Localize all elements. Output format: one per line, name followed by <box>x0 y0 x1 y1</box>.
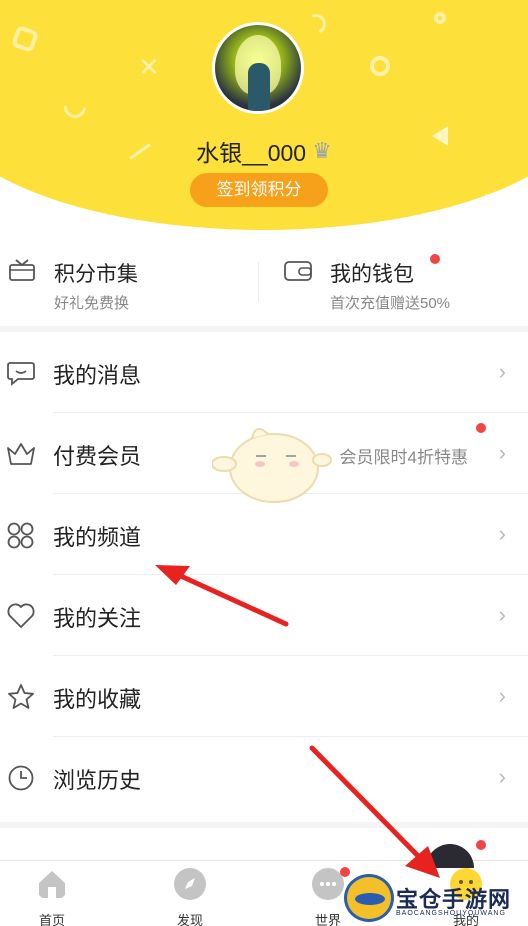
points-market-subtitle: 好礼免费换 <box>54 295 130 312</box>
chevron-right-icon: › <box>498 359 506 384</box>
section-gap <box>0 822 528 828</box>
star-icon <box>8 684 34 709</box>
compass-icon <box>174 868 206 900</box>
chevron-right-icon: › <box>498 521 506 546</box>
chevron-right-icon: › <box>498 764 506 789</box>
crown-icon[interactable]: ♛ <box>312 138 332 164</box>
wallet-red-dot <box>430 254 440 264</box>
decor-dot-icon <box>434 12 446 24</box>
quick-actions: 积分市集 好礼免费换 我的钱包 首次充值赠送50% <box>0 240 528 328</box>
wallet-icon <box>284 261 312 281</box>
gift-box-icon <box>9 259 35 281</box>
mascot-illustration <box>212 427 332 503</box>
decor-ring-icon <box>370 56 390 76</box>
wallet-card[interactable]: 我的钱包 首次充值赠送50% <box>284 240 524 328</box>
menu-label: 我的收藏 <box>53 687 142 712</box>
menu-item-channels[interactable]: 我的频道 › <box>0 494 528 575</box>
decor-cross-icon: ✕ <box>482 188 501 213</box>
points-market-card[interactable]: 积分市集 好礼免费换 <box>8 240 248 328</box>
floating-red-dot <box>476 840 486 850</box>
membership-promo-text: 会员限时4折特惠 <box>339 448 468 467</box>
membership-red-dot <box>476 423 486 433</box>
menu-item-messages[interactable]: 我的消息 › <box>0 332 528 413</box>
quick-divider <box>258 262 259 302</box>
decor-cross-icon: ✕ <box>138 52 160 82</box>
profile-header: ✕ ✕ 水银__000 ♛ 签到领积分 <box>0 0 528 230</box>
site-watermark: 宝仓手游网 BAOCANGSHOUYOUWANG <box>338 868 528 926</box>
tab-label: 首页 <box>38 913 65 926</box>
home-icon <box>39 871 65 898</box>
menu-label: 我的关注 <box>53 606 142 631</box>
heart-icon <box>7 603 35 628</box>
menu-label: 我的消息 <box>53 363 142 388</box>
signin-button[interactable]: 签到领积分 <box>190 173 328 207</box>
message-icon <box>7 362 35 386</box>
tab-label: 发现 <box>176 913 203 926</box>
points-market-title: 积分市集 <box>54 263 138 286</box>
menu-item-history[interactable]: 浏览历史 › <box>0 737 528 818</box>
menu-list: 我的消息 › 付费会员 会员限时4折特惠 › 我的频道 › 我的关注 › 我的收… <box>0 332 528 818</box>
crown-icon <box>7 443 35 465</box>
tab-discover[interactable]: 发现 <box>150 867 230 926</box>
wallet-subtitle: 首次充值赠送50% <box>330 295 451 312</box>
username-text: 水银__000 <box>196 140 307 166</box>
wallet-title: 我的钱包 <box>330 263 414 286</box>
tab-home[interactable]: 首页 <box>12 867 92 926</box>
avatar-figure <box>248 63 270 111</box>
clock-icon <box>8 765 34 791</box>
decor-dot-icon <box>70 210 84 224</box>
username: 水银__000 ♛ <box>0 134 528 168</box>
watermark-logo-icon <box>344 874 394 922</box>
chevron-right-icon: › <box>498 683 506 708</box>
avatar[interactable] <box>212 22 304 114</box>
floating-avatar[interactable] <box>426 844 474 868</box>
menu-item-favorites[interactable]: 我的收藏 › <box>0 656 528 737</box>
menu-item-following[interactable]: 我的关注 › <box>0 575 528 656</box>
watermark-subtitle: BAOCANGSHOUYOUWANG <box>396 910 506 917</box>
chevron-right-icon: › <box>498 602 506 627</box>
grid-icon <box>7 522 34 549</box>
menu-label: 浏览历史 <box>53 768 142 793</box>
menu-label: 付费会员 <box>53 444 142 469</box>
menu-label: 我的频道 <box>53 525 142 550</box>
chevron-right-icon: › <box>498 440 506 465</box>
